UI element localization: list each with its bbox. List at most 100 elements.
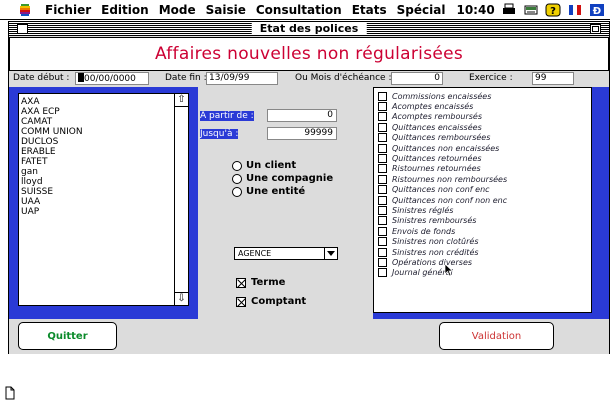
application-icon[interactable]: Ð [589,3,605,17]
menu-fichier[interactable]: Fichier [40,3,96,17]
checkbox[interactable] [378,133,387,143]
radio-une-compagnie[interactable]: Une compagnie [232,173,333,184]
report-type-option[interactable]: Journal général [378,268,507,278]
report-type-label: Sinistres non clotûrés [392,237,479,247]
checkbox-checked[interactable] [236,277,246,288]
report-type-option[interactable]: Sinistres non clotûrés [378,236,507,247]
checkbox[interactable] [378,205,387,215]
checkbox[interactable] [378,268,387,278]
zoom-box[interactable] [590,24,601,34]
checkbox[interactable] [378,143,387,153]
company-list[interactable]: AXA AXA ECP CAMAT COMM UNION DUCLOS ERAB… [18,93,189,306]
list-item[interactable]: COMM UNION [21,127,83,137]
window-title-bar[interactable]: Etat des polices [9,22,609,36]
mois-echeance-field[interactable]: 0 [391,72,443,85]
checkbox[interactable] [378,237,387,247]
exercice-field[interactable]: 99 [532,72,574,85]
checkbox[interactable] [378,195,387,205]
report-type-option[interactable]: Acomptes encaissés [378,101,507,112]
report-type-option[interactable]: Quittances non encaissées [378,143,507,153]
checkbox[interactable] [378,185,387,195]
company-list-scrollbar[interactable]: ⇧ ⇩ [174,94,188,305]
menu-edition[interactable]: Edition [96,3,154,17]
report-type-label: Opérations diverses [392,257,473,267]
checkbox[interactable] [378,247,387,257]
checkbox[interactable] [378,216,387,226]
validate-button[interactable]: Validation [439,322,554,350]
list-item[interactable]: ERABLE [21,147,83,157]
document-icon[interactable] [5,386,15,400]
scroll-up-arrow-icon[interactable]: ⇧ [175,94,188,107]
list-item[interactable]: SUISSE [21,187,83,197]
menu-etats[interactable]: Etats [347,3,392,17]
etat-des-polices-window: Etat des polices Affaires nouvelles non … [8,21,610,354]
radio-label: Une entité [246,186,306,197]
list-item[interactable]: UAP [21,207,83,217]
report-type-option[interactable]: Commissions encaissées [378,91,507,101]
scroll-down-arrow-icon[interactable]: ⇩ [175,292,188,305]
report-type-option[interactable]: Quittances non conf non enc [378,195,507,205]
checkbox[interactable] [378,102,387,112]
radio-button[interactable] [232,173,242,184]
report-type-option[interactable]: Opérations diverses [378,257,507,267]
list-item[interactable]: FATET [21,157,83,167]
checkbox[interactable] [378,112,387,122]
checkbox[interactable] [378,122,387,132]
checkbox[interactable] [378,226,387,236]
check-comptant[interactable]: Comptant [236,296,306,307]
report-type-option[interactable]: Quittances remboursées [378,133,507,143]
report-type-option[interactable]: Quittances non conf enc [378,185,507,195]
report-type-option[interactable]: Ristournes retournées [378,164,507,174]
list-item[interactable]: AXA [21,97,83,107]
menu-special[interactable]: Spécial [392,3,451,17]
selection-panel: AXA AXA ECP CAMAT COMM UNION DUCLOS ERAB… [9,87,609,319]
date-fin-field[interactable]: 13/09/99 [206,72,278,85]
report-type-option[interactable]: Sinistres non crédités [378,247,507,257]
checkbox[interactable] [378,164,387,174]
apple-icon[interactable] [16,3,34,17]
radio-button[interactable] [232,160,242,171]
radio-button[interactable] [232,186,242,197]
report-type-option[interactable]: Sinistres remboursés [378,216,507,226]
list-item[interactable]: gan [21,167,83,177]
list-item[interactable]: AXA ECP [21,107,83,117]
report-type-label: Quittances encaissées [392,122,482,132]
mois-echeance-label: Ou Mois d'échéance : [295,73,392,83]
radio-un-client[interactable]: Un client [232,160,296,171]
report-type-option[interactable]: Acomptes remboursés [378,112,507,122]
list-item[interactable]: UAA [21,197,83,207]
checkbox[interactable] [378,257,387,267]
desk-accessory-icon[interactable] [523,3,539,17]
list-item[interactable]: CAMAT [21,117,83,127]
checkbox-checked[interactable] [236,296,246,307]
menu-mode[interactable]: Mode [154,3,201,17]
radio-une-entite[interactable]: Une entité [232,186,305,197]
report-type-option[interactable]: Sinistres réglés [378,205,507,215]
entity-popup[interactable]: AGENCE [234,247,338,260]
help-icon[interactable]: ? [545,3,561,17]
keyboard-flag-icon[interactable] [567,3,583,17]
report-type-option[interactable]: Ristournes non remboursées [378,174,507,184]
menu-saisie[interactable]: Saisie [201,3,251,17]
report-type-option[interactable]: Quittances encaissées [378,122,507,132]
jusqu-a-label: Jusqu'à : [200,129,239,139]
printer-icon[interactable] [501,3,517,17]
checkbox[interactable] [378,154,387,164]
checkbox[interactable] [378,174,387,184]
report-type-option[interactable]: Envois de fonds [378,226,507,236]
jusqu-a-field[interactable]: 99999 [267,127,337,140]
window-title: Etat des polices [251,22,367,35]
checkbox[interactable] [378,91,387,101]
list-item[interactable]: lloyd [21,177,83,187]
menu-consultation[interactable]: Consultation [251,3,347,17]
a-partir-de-field[interactable]: 0 [267,109,337,122]
close-box[interactable] [17,24,28,34]
report-type-label: Quittances non conf non enc [392,195,508,205]
report-type-option[interactable]: Quittances retournées [378,153,507,164]
check-terme[interactable]: Terme [236,277,285,288]
list-item[interactable]: DUCLOS [21,137,83,147]
quit-button[interactable]: Quitter [18,322,117,350]
chevron-down-icon[interactable] [324,247,338,260]
date-debut-field[interactable]: 00/00/0000 [75,72,149,85]
report-type-list: Commissions encaissées Acomptes encaissé… [373,87,592,313]
